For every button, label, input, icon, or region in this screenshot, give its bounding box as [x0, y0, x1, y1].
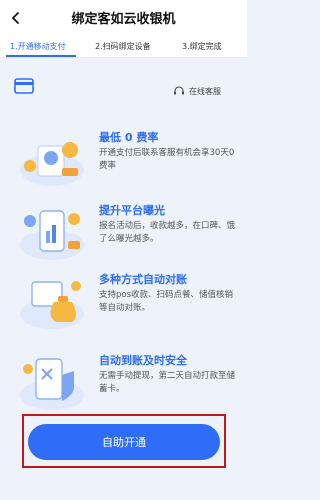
feature-zero-fee: 最低 0 费率 开通支付后联系客服有机会享30天0费率: [0, 126, 247, 206]
feature-description: 支持pos收款、扫码点餐、储值核销等自动对账。: [99, 290, 234, 313]
feature-title: 自动到账及时安全: [99, 354, 187, 367]
self-service-activate-button[interactable]: 自助开通: [28, 424, 220, 460]
online-support-button[interactable]: 在线客服: [173, 82, 239, 100]
shield-illustration-icon: [16, 353, 88, 415]
card-icon: [14, 78, 34, 94]
page-title: 绑定客如云收银机: [71, 12, 176, 27]
active-step-underline: [6, 55, 76, 57]
header-bar: 绑定客如云收银机: [0, 0, 247, 36]
headset-icon: [174, 86, 184, 95]
step-1: 1.开通移动支付: [10, 42, 66, 51]
feature-exposure: 提升平台曝光 报名活动后，收款越多，在口碑、饿了么曝光越多。: [0, 199, 247, 279]
feature-title: 提升平台曝光: [99, 204, 165, 217]
feature-description: 开通支付后联系客服有机会享30天0费率: [99, 148, 235, 171]
feature-title: 多种方式自动对账: [99, 273, 187, 286]
step-2: 2.扫码绑定设备: [95, 42, 151, 51]
step-3: 3.绑定完成: [182, 42, 222, 51]
step-indicator: 1.开通移动支付 2.扫码绑定设备 3.绑定完成: [0, 36, 247, 58]
money-bag-illustration-icon: [16, 272, 88, 334]
feature-description: 无需手动提现，第二天自动打款至储蓄卡。: [99, 371, 236, 394]
phone-ranking-illustration-icon: [16, 203, 88, 265]
feature-title: 最低 0 费率: [99, 131, 159, 144]
feature-reconciliation: 多种方式自动对账 支持pos收款、扫码点餐、储值核销等自动对账。: [0, 268, 247, 348]
coins-illustration-icon: [16, 130, 88, 192]
feature-description: 报名活动后，收款越多，在口碑、饿了么曝光越多。: [99, 221, 236, 244]
support-label: 在线客服: [189, 86, 221, 96]
